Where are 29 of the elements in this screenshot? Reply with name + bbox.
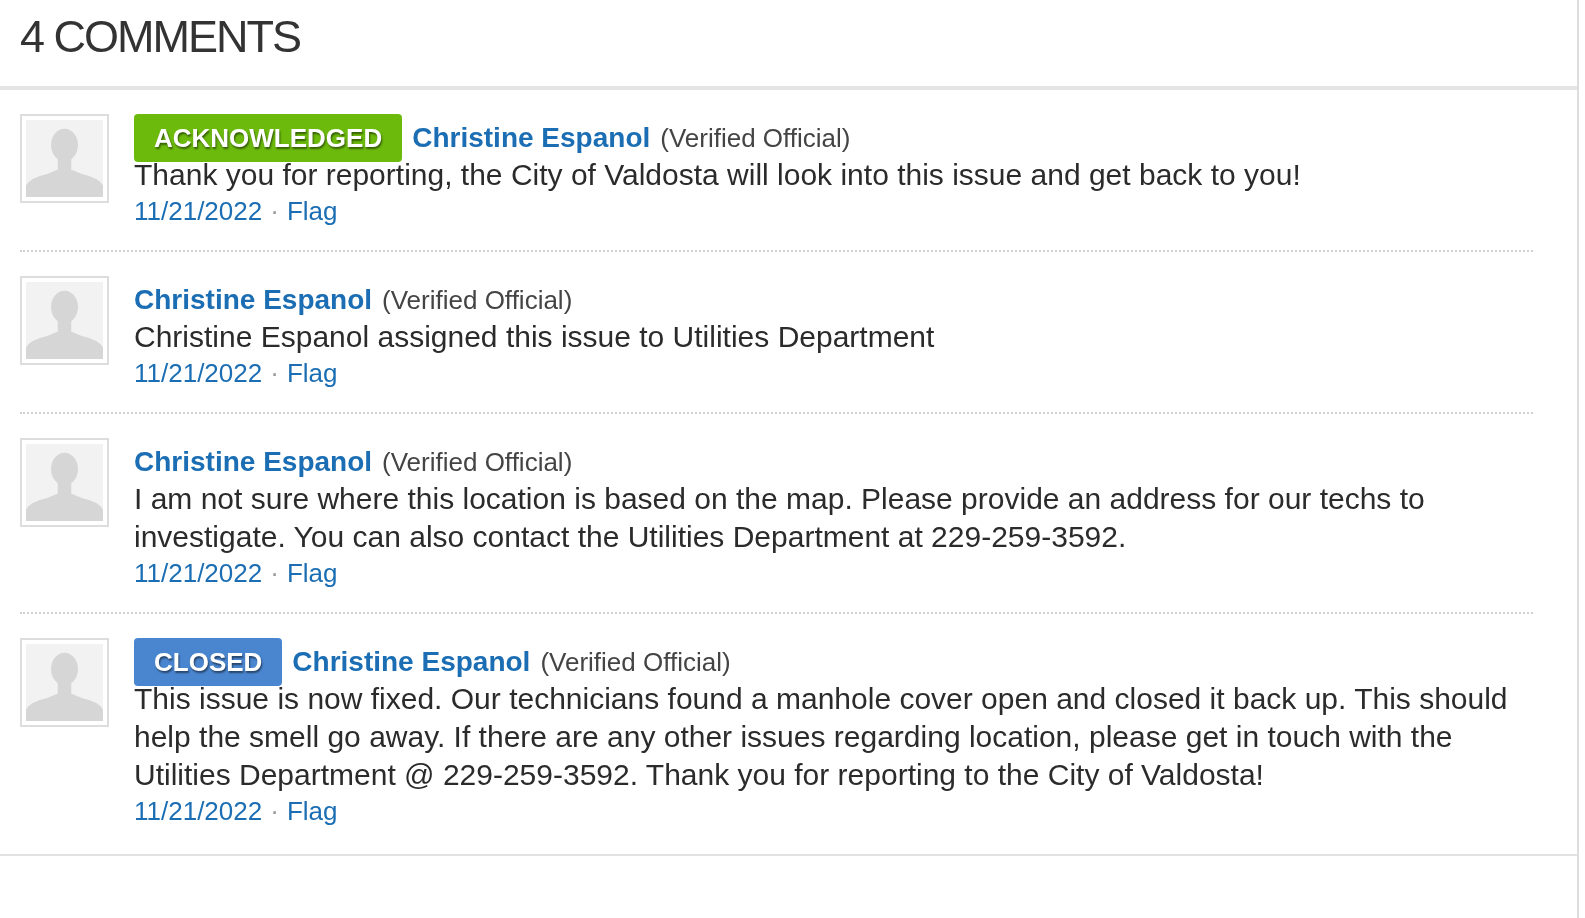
avatar-icon (20, 638, 109, 727)
author-role: (Verified Official) (540, 645, 731, 679)
comment-date: 11/21/2022 (134, 557, 263, 590)
comments-heading: 4 COMMENTS (20, 10, 300, 65)
separator-dot: · (270, 357, 279, 390)
comment-date: 11/21/2022 (134, 195, 263, 228)
flag-link[interactable]: Flag (286, 356, 338, 390)
author-link[interactable]: Christine Espanol (292, 641, 531, 683)
separator-dot: · (270, 195, 279, 228)
comment-date: 11/21/2022 (134, 795, 263, 828)
author-link[interactable]: Christine Espanol (134, 279, 373, 321)
author-link[interactable]: Christine Espanol (412, 117, 651, 159)
comment-text: I am not sure where this location is based on the map. Please provide an address for our techs to investigate. You can also contact the Utilities Department at 229-259-3592. (134, 481, 1426, 555)
status-badge: CLOSED (134, 638, 283, 686)
separator-dot: · (270, 557, 279, 590)
flag-link[interactable]: Flag (286, 794, 338, 828)
avatar-icon (20, 276, 109, 365)
comment-date: 11/21/2022 (134, 357, 263, 390)
author-role: (Verified Official) (382, 445, 573, 479)
flag-link[interactable]: Flag (286, 194, 338, 228)
author-link[interactable]: Christine Espanol (134, 441, 373, 483)
avatar-icon (20, 114, 109, 203)
flag-link[interactable]: Flag (286, 556, 338, 590)
status-badge: ACKNOWLEDGED (134, 114, 403, 162)
comment-text: Christine Espanol assigned this issue to Utilities Department (134, 319, 936, 355)
separator-dot: · (270, 795, 279, 828)
author-role: (Verified Official) (660, 121, 851, 155)
avatar-icon (20, 438, 109, 527)
author-role: (Verified Official) (382, 283, 573, 317)
